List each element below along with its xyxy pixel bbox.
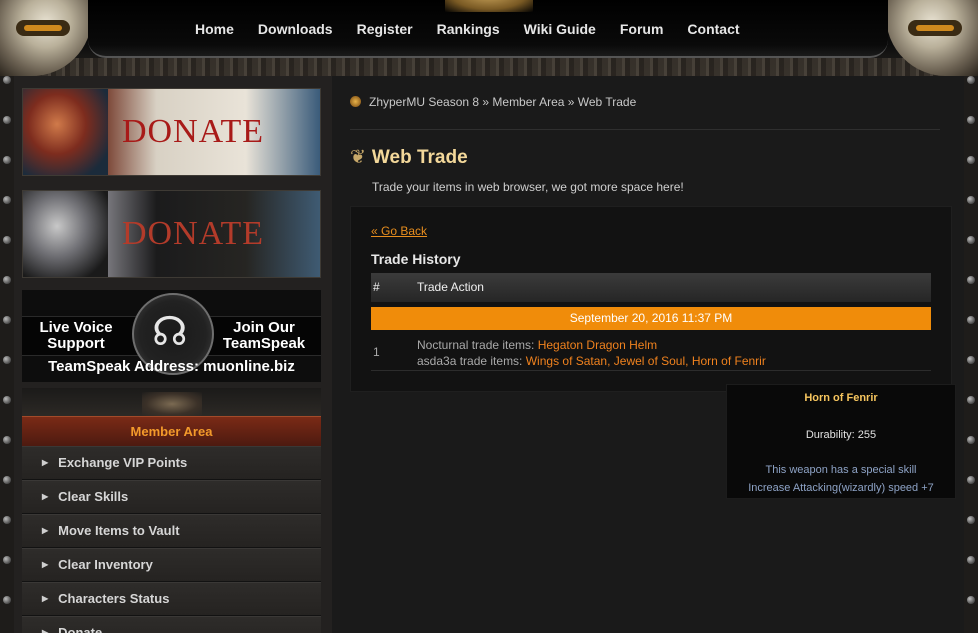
left-rivet-rail [0, 76, 14, 633]
trade-item-link[interactable]: Hegaton Dragon Helm [538, 338, 657, 352]
tooltip-increase: Increase Attacking(wizardly) speed +7 [748, 482, 934, 494]
bullet-icon: ▶ [42, 526, 49, 535]
nav-home[interactable]: Home [195, 21, 234, 37]
bullet-icon: ▶ [42, 628, 49, 633]
breadcrumb-gem-icon [350, 96, 361, 107]
menu-item-donate[interactable]: ▶ Donate [22, 616, 321, 633]
row-number: 1 [373, 345, 380, 359]
header-crest [445, 0, 533, 12]
tooltip-skill: This weapon has a special skill [765, 464, 917, 476]
site-header: Home Downloads Register Rankings Wiki Gu… [0, 0, 978, 76]
sidebar-ornament [22, 388, 321, 418]
feather-icon: ❦ [350, 147, 366, 168]
main-content: ZhyperMU Season 8 » Member Area » Web Tr… [332, 76, 964, 633]
page-subtitle: Trade your items in web browser, we got … [372, 180, 684, 194]
nav-wiki-guide[interactable]: Wiki Guide [524, 21, 596, 37]
nav-register[interactable]: Register [357, 21, 413, 37]
banner-character-image [23, 89, 108, 175]
item-tooltip: Horn of Fenrir Durability: 255 This weap… [726, 384, 956, 499]
right-rivet-rail [964, 76, 978, 633]
menu-item-exchange-vip-points[interactable]: ▶ Exchange VIP Points [22, 446, 321, 480]
go-back-link[interactable]: « Go Back [371, 224, 427, 238]
nav-forum[interactable]: Forum [620, 21, 664, 37]
menu-item-clear-skills[interactable]: ▶ Clear Skills [22, 480, 321, 514]
trade-action-cell: Nocturnal trade items: Hegaton Dragon He… [417, 338, 766, 368]
bullet-icon: ▶ [42, 492, 49, 501]
banner-character-image [23, 191, 108, 277]
table-row: 1 Nocturnal trade items: Hegaton Dragon … [371, 333, 931, 371]
tooltip-item-name: Horn of Fenrir [804, 392, 878, 404]
trade-item-link[interactable]: Wings of Satan, Jewel of Soul, Horn of F… [526, 354, 766, 368]
divider [350, 129, 940, 130]
live-voice-support-text: Live Voice Support [39, 319, 113, 352]
member-menu: ▶ Exchange VIP Points ▶ Clear Skills ▶ Move… [22, 446, 321, 633]
menu-item-characters-status[interactable]: ▶ Characters Status [22, 582, 321, 616]
column-trade-action-header: Trade Action [417, 280, 484, 294]
donate-banner-2-text: DONATE [122, 215, 264, 252]
sidebar: DONATE DONATE Live Voice Support ☊ Join … [14, 76, 332, 633]
join-teamspeak-text: Join Our TeamSpeak [222, 319, 306, 352]
main-nav: Home Downloads Register Rankings Wiki Gu… [195, 21, 764, 37]
table-header: # Trade Action [371, 273, 931, 302]
column-number-header: # [373, 280, 380, 294]
bullet-icon: ▶ [42, 594, 49, 603]
bullet-icon: ▶ [42, 458, 49, 467]
menu-item-move-items-to-vault[interactable]: ▶ Move Items to Vault [22, 514, 321, 548]
donate-banner-2[interactable]: DONATE [22, 190, 321, 278]
right-corner-ornament [886, 0, 978, 76]
page: Home Downloads Register Rankings Wiki Gu… [0, 0, 978, 633]
teamspeak-banner[interactable]: Live Voice Support ☊ Join Our TeamSpeak … [22, 290, 321, 382]
nav-contact[interactable]: Contact [687, 21, 739, 37]
left-corner-ornament [0, 0, 92, 76]
nav-downloads[interactable]: Downloads [258, 21, 333, 37]
page-title: ❦ Web Trade [350, 147, 468, 168]
breadcrumb: ZhyperMU Season 8 » Member Area » Web Tr… [350, 95, 636, 109]
trade-panel: « Go Back Trade History # Trade Action S… [350, 206, 952, 392]
trade-date-row: September 20, 2016 11:37 PM [371, 307, 931, 330]
menu-item-clear-inventory[interactable]: ▶ Clear Inventory [22, 548, 321, 582]
tooltip-durability: Durability: 255 [805, 429, 877, 441]
donate-banner-1-text: DONATE [122, 113, 264, 150]
teamspeak-address: TeamSpeak Address: muonline.biz [48, 358, 295, 375]
donate-banner-1[interactable]: DONATE [22, 88, 321, 176]
member-area-header: Member Area [22, 416, 321, 446]
bullet-icon: ▶ [42, 560, 49, 569]
trade-history-heading: Trade History [371, 251, 461, 267]
nav-rankings[interactable]: Rankings [437, 21, 500, 37]
